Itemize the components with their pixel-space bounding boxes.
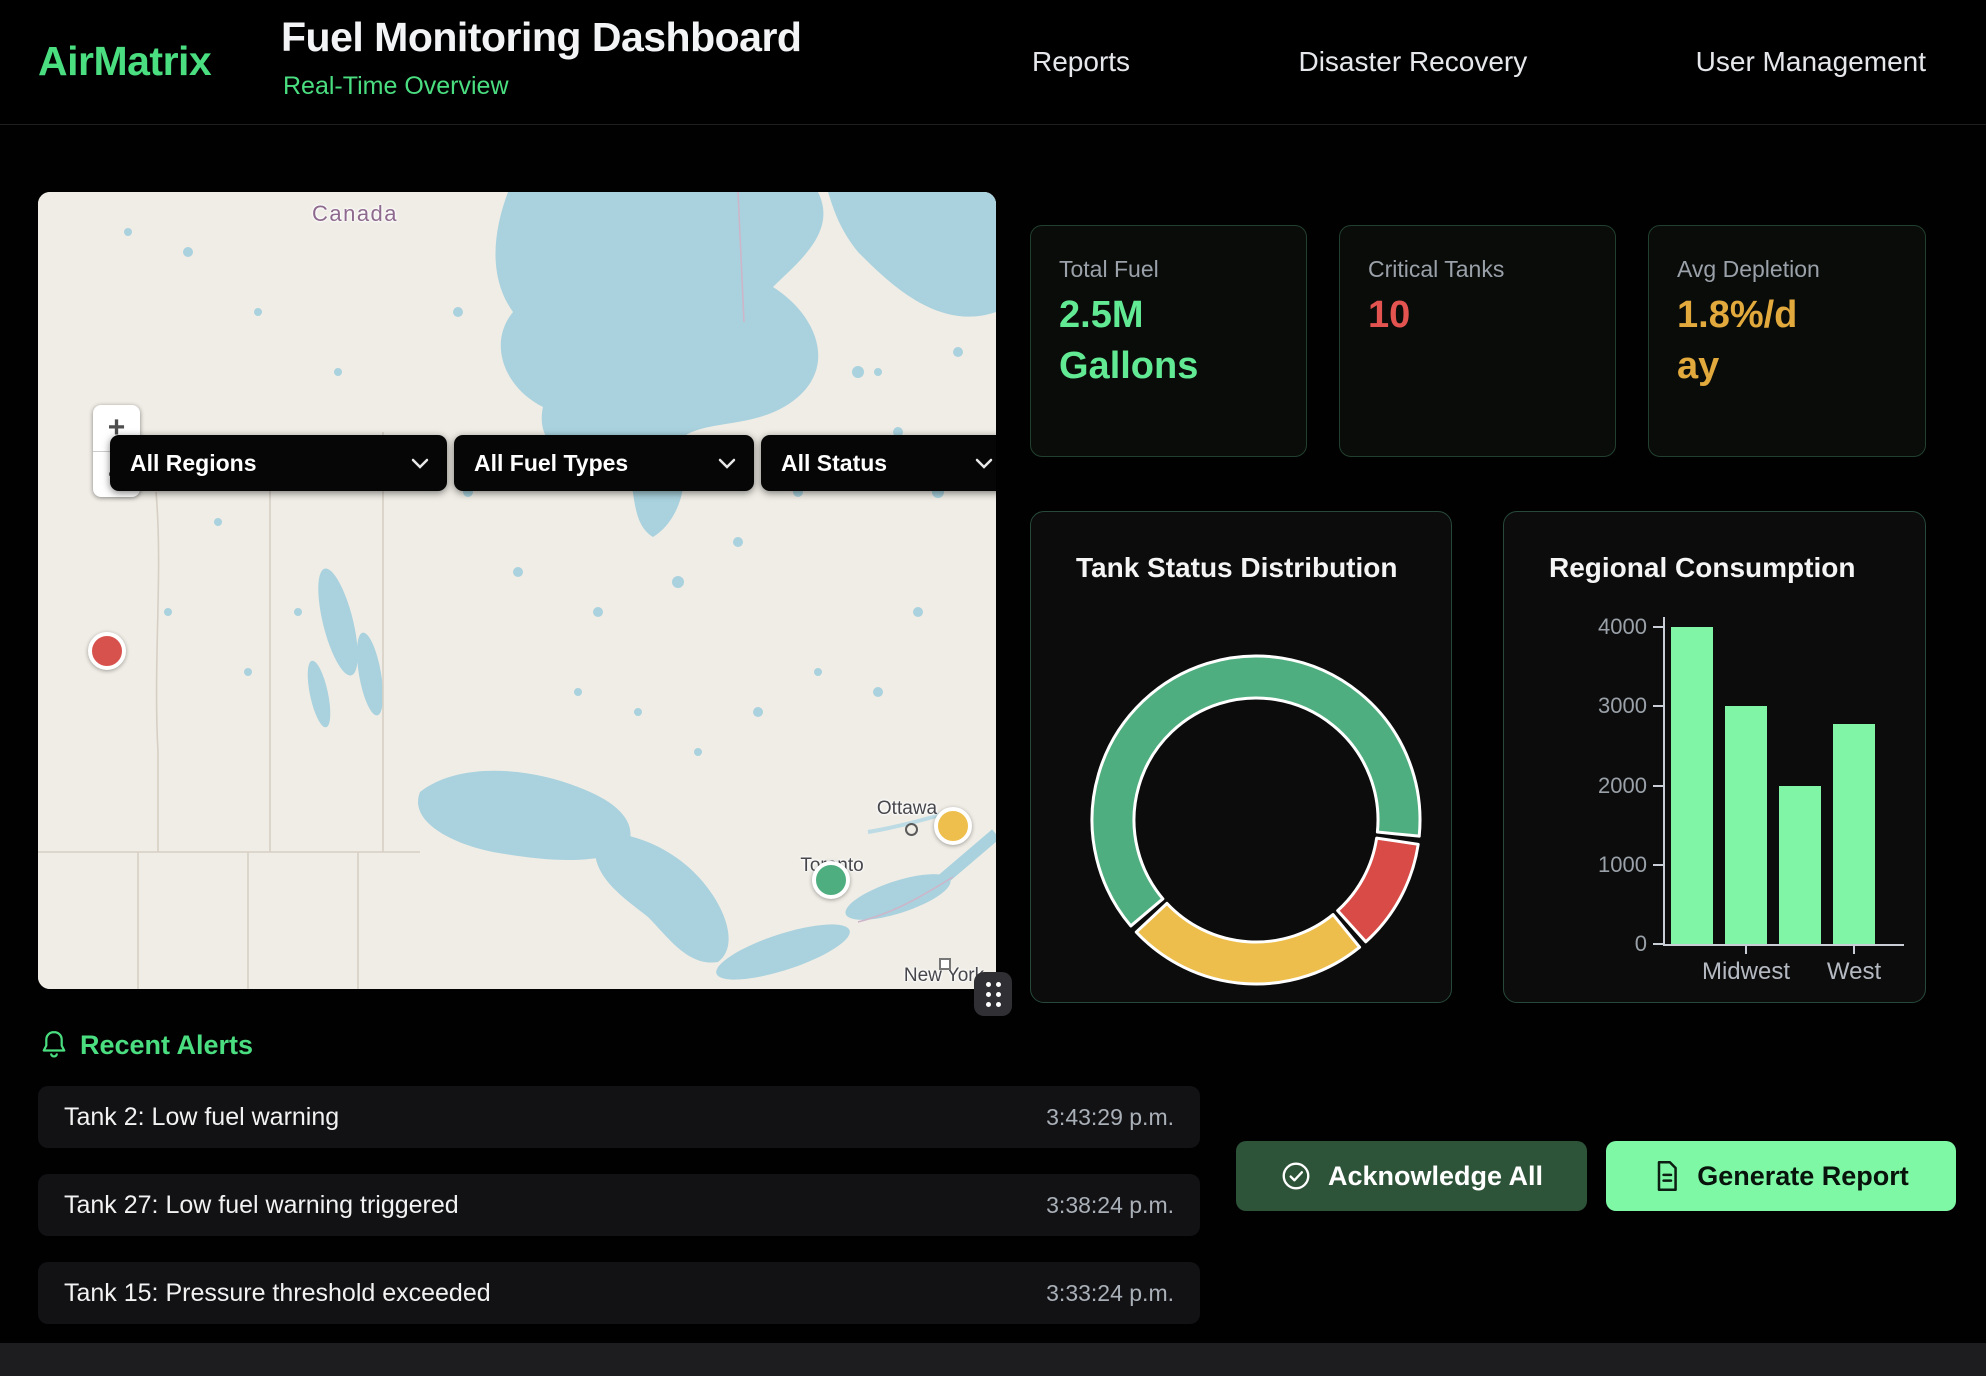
status-filter-select[interactable]: All Status xyxy=(761,435,996,491)
tank-marker-critical[interactable] xyxy=(88,632,126,670)
tank-marker-normal[interactable] xyxy=(812,861,850,899)
stat-label: Avg Depletion xyxy=(1677,256,1820,283)
chevron-down-icon xyxy=(411,458,429,469)
alert-row: Tank 15: Pressure threshold exceeded 3:3… xyxy=(38,1262,1200,1324)
regional-consumption-chart: 0 1000 2000 3000 4000 Midwest West xyxy=(1504,512,1927,1004)
stat-value-critical-tanks: 10 xyxy=(1368,290,1548,341)
y-tick-mark xyxy=(1653,864,1663,866)
alert-text: Tank 15: Pressure threshold exceeded xyxy=(64,1279,491,1308)
header: AirMatrix Fuel Monitoring Dashboard Real… xyxy=(0,0,1986,125)
alert-row: Tank 27: Low fuel warning triggered 3:38… xyxy=(38,1174,1200,1236)
map-label-ottawa: Ottawa xyxy=(877,798,937,820)
fuel-type-filter-value: All Fuel Types xyxy=(474,450,628,477)
stat-card-avg-depletion: Avg Depletion 1.8%/day xyxy=(1648,225,1926,457)
alert-time: 3:38:24 p.m. xyxy=(1046,1192,1174,1219)
bottom-bar xyxy=(0,1343,1986,1376)
generate-report-button[interactable]: Generate Report xyxy=(1606,1141,1956,1211)
generate-report-label: Generate Report xyxy=(1697,1161,1909,1192)
y-tick-label: 2000 xyxy=(1577,773,1647,799)
map-drag-handle-icon[interactable] xyxy=(974,972,1012,1016)
nav-user-management[interactable]: User Management xyxy=(1696,46,1926,78)
stat-card-total-fuel: Total Fuel 2.5M Gallons xyxy=(1030,225,1307,457)
stat-value-avg-depletion: 1.8%/day xyxy=(1677,290,1799,391)
y-tick-label: 4000 xyxy=(1577,614,1647,640)
tank-status-title: Tank Status Distribution xyxy=(1076,552,1398,584)
tank-status-donut xyxy=(1056,616,1456,1016)
page-title: Fuel Monitoring Dashboard xyxy=(281,14,801,61)
donut-segment xyxy=(1136,903,1359,984)
tank-marker-warning[interactable] xyxy=(934,807,972,845)
recent-alerts-title: Recent Alerts xyxy=(80,1030,253,1061)
bell-icon xyxy=(40,1029,68,1061)
chevron-down-icon xyxy=(718,458,736,469)
map-filters: All Regions All Fuel Types All Status xyxy=(110,435,996,491)
y-tick-label: 3000 xyxy=(1577,693,1647,719)
y-tick-label: 0 xyxy=(1577,931,1647,957)
acknowledge-all-button[interactable]: Acknowledge All xyxy=(1236,1141,1587,1211)
nav-disaster-recovery[interactable]: Disaster Recovery xyxy=(1298,46,1527,78)
donut-segment xyxy=(1338,838,1419,942)
y-tick-mark xyxy=(1653,626,1663,628)
x-tick-mark xyxy=(1853,946,1855,954)
x-tick-label: West xyxy=(1827,958,1881,986)
x-axis xyxy=(1663,944,1904,946)
status-filter-value: All Status xyxy=(781,450,887,477)
map[interactable]: Canada Ottawa Toronto New York + − All R… xyxy=(38,192,996,989)
consumption-bar xyxy=(1833,724,1875,944)
consumption-bar xyxy=(1779,786,1821,945)
document-icon xyxy=(1653,1160,1681,1192)
stat-label: Critical Tanks xyxy=(1368,256,1504,283)
y-tick-label: 1000 xyxy=(1577,852,1647,878)
alert-time: 3:43:29 p.m. xyxy=(1046,1104,1174,1131)
nav-reports[interactable]: Reports xyxy=(1032,46,1130,78)
regional-consumption-card: Regional Consumption 01000200030004000Mi… xyxy=(1503,511,1926,1003)
new-york-city-icon xyxy=(939,958,951,970)
region-filter-select[interactable]: All Regions xyxy=(110,435,447,491)
map-label-canada: Canada xyxy=(312,201,398,227)
x-tick-label: Midwest xyxy=(1702,958,1790,986)
check-circle-icon xyxy=(1280,1160,1312,1192)
alert-time: 3:33:24 p.m. xyxy=(1046,1280,1174,1307)
ottawa-city-icon xyxy=(905,823,918,836)
consumption-bar xyxy=(1725,706,1767,944)
y-tick-mark xyxy=(1653,705,1663,707)
stat-value-total-fuel: 2.5M Gallons xyxy=(1059,290,1239,391)
acknowledge-all-label: Acknowledge All xyxy=(1328,1161,1543,1192)
fuel-type-filter-select[interactable]: All Fuel Types xyxy=(454,435,754,491)
y-tick-mark xyxy=(1653,943,1663,945)
alert-row: Tank 2: Low fuel warning 3:43:29 p.m. xyxy=(38,1086,1200,1148)
alert-text: Tank 2: Low fuel warning xyxy=(64,1103,339,1132)
brand-logo[interactable]: AirMatrix xyxy=(38,38,211,85)
x-tick-mark xyxy=(1745,946,1747,954)
fuel-monitoring-dashboard: AirMatrix Fuel Monitoring Dashboard Real… xyxy=(0,0,1986,1376)
stat-label: Total Fuel xyxy=(1059,256,1159,283)
tank-status-card: Tank Status Distribution xyxy=(1030,511,1452,1003)
region-filter-value: All Regions xyxy=(130,450,257,477)
main-nav: Reports Disaster Recovery User Managemen… xyxy=(1032,0,1926,124)
alert-text: Tank 27: Low fuel warning triggered xyxy=(64,1191,459,1220)
stat-card-critical-tanks: Critical Tanks 10 xyxy=(1339,225,1616,457)
consumption-bar xyxy=(1671,627,1713,944)
y-tick-mark xyxy=(1653,785,1663,787)
y-axis xyxy=(1663,617,1665,944)
chevron-down-icon xyxy=(975,458,993,469)
page-subtitle: Real-Time Overview xyxy=(283,72,509,101)
